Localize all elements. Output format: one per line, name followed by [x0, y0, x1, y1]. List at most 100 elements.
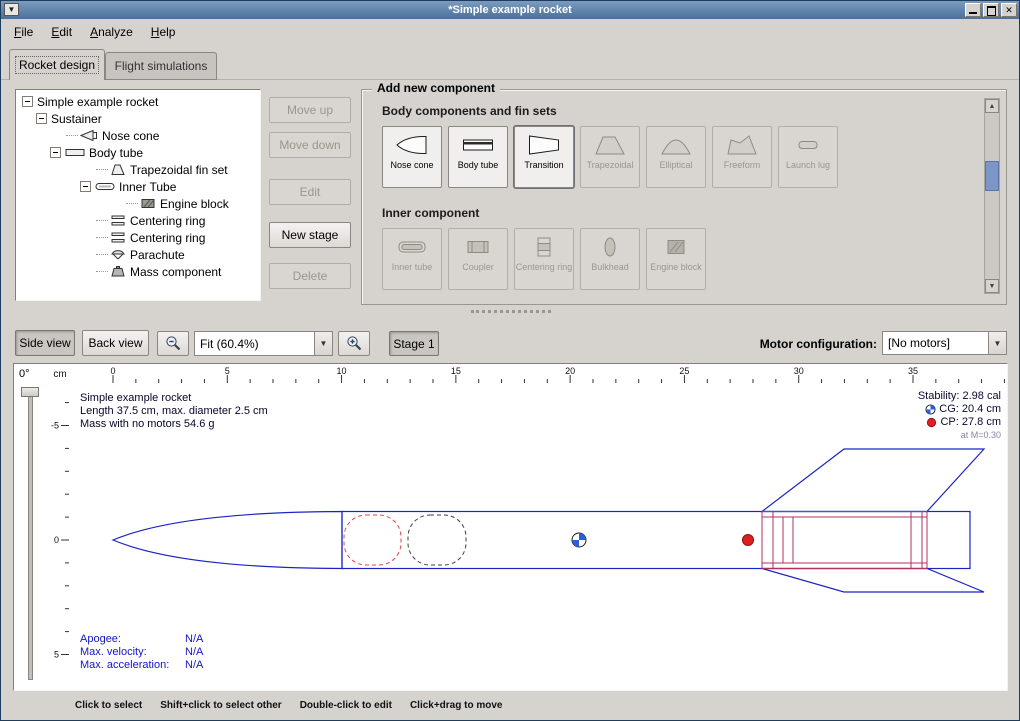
tree-connector: [126, 203, 138, 204]
zoom-level-value: Fit (60.4%): [195, 337, 314, 351]
zoom-in-button[interactable]: [338, 331, 370, 356]
back-view-button[interactable]: Back view: [82, 330, 149, 356]
cp-value: CP: 27.8 cm: [940, 416, 1001, 429]
tab-rocket-design[interactable]: Rocket design: [9, 49, 105, 80]
stability-block: Stability: 2.98 cal CG: 20.4 cm CP: 27.8…: [918, 390, 1001, 442]
inner-tube-icon: [395, 234, 429, 260]
engine-block-icon: [140, 197, 156, 210]
add-transition-button[interactable]: Transition: [514, 126, 574, 188]
coupler-icon: [461, 234, 495, 260]
minimize-icon[interactable]: [965, 3, 981, 17]
component-button-label: Coupler: [462, 262, 494, 272]
tree-item-engine-block[interactable]: Engine block: [18, 195, 258, 212]
add-coupler-button: Coupler: [448, 228, 508, 290]
panel-splitter[interactable]: [471, 310, 551, 318]
transition-icon: [527, 132, 561, 158]
add-centering-ring-button: Centering ring: [514, 228, 574, 290]
tab-flight-simulations[interactable]: Flight simulations: [105, 52, 217, 80]
tree-item-inner-tube[interactable]: Inner Tube: [18, 178, 258, 195]
chevron-down-icon[interactable]: ▼: [988, 332, 1006, 354]
zoom-level-select[interactable]: Fit (60.4%) ▼: [194, 331, 333, 356]
cp-icon: [926, 417, 937, 428]
add-launch-lug-button: Launch lug: [778, 126, 838, 188]
tree-connector: [96, 254, 108, 255]
add-body-tube-button[interactable]: Body tube: [448, 126, 508, 188]
motor-configuration-select[interactable]: [No motors] ▼: [882, 331, 1007, 355]
scroll-up-icon[interactable]: ▲: [985, 99, 999, 113]
svg-text:15: 15: [451, 366, 461, 376]
add-inner-tube-button: Inner tube: [382, 228, 442, 290]
parachute-icon: [110, 248, 126, 261]
component-button-label: Centering ring: [516, 262, 573, 272]
horizontal-ruler: 05101520253035: [70, 366, 1007, 386]
delete-button: Delete: [269, 263, 351, 289]
component-tree: Simple example rocket Sustainer Nose con…: [15, 89, 261, 301]
window-menu-icon[interactable]: ▼: [4, 3, 19, 16]
tree-item-body-tube[interactable]: Body tube: [18, 144, 258, 161]
hint-shift-click: Shift+click to select other: [160, 700, 281, 711]
scroll-down-icon[interactable]: ▼: [985, 279, 999, 293]
menu-analyze[interactable]: Analyze: [81, 22, 142, 42]
body-tube-icon: [461, 132, 495, 158]
stage-1-toggle[interactable]: Stage 1: [389, 331, 439, 356]
motor-configuration-value: [No motors]: [883, 336, 988, 350]
inner-component-label: Inner component: [382, 206, 479, 220]
status-hints-bar: Click to select Shift+click to select ot…: [1, 695, 1019, 715]
close-icon[interactable]: ✕: [1001, 3, 1017, 17]
add-bulkhead-button: Bulkhead: [580, 228, 640, 290]
engine-block-outline: [783, 517, 793, 563]
menu-edit[interactable]: Edit: [42, 22, 81, 42]
nose-cone-outline: [113, 512, 342, 569]
new-stage-button[interactable]: New stage: [269, 222, 351, 248]
svg-text:-5: -5: [51, 421, 59, 431]
tree-item-mass-component[interactable]: Mass component: [18, 263, 258, 280]
zoom-out-button[interactable]: [157, 331, 189, 356]
centering-ring-icon: [527, 234, 561, 260]
tree-item-label: Mass component: [130, 265, 221, 279]
component-button-label: Inner tube: [392, 262, 433, 272]
component-button-label: Freeform: [724, 160, 761, 170]
rotation-slider-handle[interactable]: [21, 387, 39, 397]
tree-item-sustainer[interactable]: Sustainer: [18, 110, 258, 127]
tree-item-rocket[interactable]: Simple example rocket: [18, 93, 258, 110]
tree-expander-icon[interactable]: [50, 147, 61, 158]
side-view-button[interactable]: Side view: [15, 330, 75, 356]
tree-expander-icon[interactable]: [36, 113, 47, 124]
chevron-down-icon[interactable]: ▼: [314, 332, 332, 355]
max-velocity-value: N/A: [185, 646, 203, 659]
scrollbar-thumb[interactable]: [985, 161, 999, 191]
svg-text:0: 0: [54, 535, 59, 545]
component-scrollbar[interactable]: ▲ ▼: [984, 98, 1000, 294]
bottom-fin-outline: [762, 569, 984, 593]
add-trapezoidal-fin-button: Trapezoidal: [580, 126, 640, 188]
rocket-figure-canvas[interactable]: Simple example rocket Length 37.5 cm, ma…: [70, 386, 1007, 678]
maximize-icon[interactable]: [983, 3, 999, 17]
top-fin-outline: [762, 449, 984, 512]
hint-double-click: Double-click to edit: [300, 700, 392, 711]
mass-component-outline: [408, 515, 466, 565]
tree-item-centering-ring-2[interactable]: Centering ring: [18, 229, 258, 246]
inner-tube-icon: [95, 180, 115, 193]
component-button-label: Launch lug: [786, 160, 830, 170]
cg-value: CG: 20.4 cm: [939, 403, 1001, 416]
tree-connector: [96, 169, 108, 170]
stability-value: Stability: 2.98 cal: [918, 390, 1001, 403]
tree-item-fin-set[interactable]: Trapezoidal fin set: [18, 161, 258, 178]
menu-file[interactable]: File: [5, 22, 42, 42]
menu-help[interactable]: Help: [142, 22, 185, 42]
max-acceleration-label: Max. acceleration:: [80, 659, 185, 672]
menu-bar: File Edit Analyze Help: [1, 19, 1019, 45]
tree-item-nose-cone[interactable]: Nose cone: [18, 127, 258, 144]
svg-text:5: 5: [225, 366, 230, 376]
add-nose-cone-button[interactable]: Nose cone: [382, 126, 442, 188]
tree-item-centering-ring-1[interactable]: Centering ring: [18, 212, 258, 229]
tree-item-label: Centering ring: [130, 214, 205, 228]
launch-lug-icon: [791, 132, 825, 158]
tree-expander-icon[interactable]: [80, 181, 91, 192]
tree-item-parachute[interactable]: Parachute: [18, 246, 258, 263]
engine-block-icon: [659, 234, 693, 260]
tree-expander-icon[interactable]: [22, 96, 33, 107]
body-tube-outline: [342, 512, 970, 569]
freeform-fin-icon: [725, 132, 759, 158]
rotation-slider-track[interactable]: [28, 390, 33, 680]
